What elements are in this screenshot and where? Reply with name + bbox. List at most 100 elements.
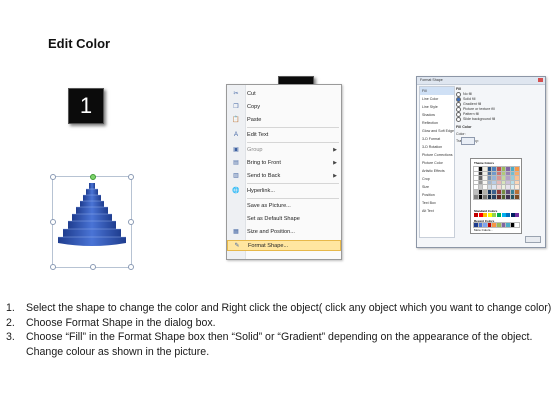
menu-item-size-and-position[interactable]: ▦ Size and Position... xyxy=(227,226,341,237)
color-swatch[interactable] xyxy=(483,213,488,217)
color-swatch[interactable] xyxy=(506,213,511,217)
color-swatch[interactable] xyxy=(514,193,521,200)
color-swatch[interactable] xyxy=(473,193,479,200)
color-swatch[interactable] xyxy=(505,166,512,172)
category-line-color[interactable]: Line Color xyxy=(420,95,454,103)
category-position[interactable]: Position xyxy=(420,191,454,199)
color-swatch[interactable] xyxy=(495,166,502,172)
more-colors-link[interactable]: More Colors... xyxy=(474,228,493,232)
color-swatch[interactable] xyxy=(491,222,498,228)
color-swatch[interactable] xyxy=(486,179,493,186)
color-swatch[interactable] xyxy=(501,213,506,217)
color-swatch[interactable] xyxy=(500,222,507,228)
standard-color-row[interactable] xyxy=(474,213,520,217)
category-fill[interactable]: Fill xyxy=(420,87,454,95)
color-swatch[interactable] xyxy=(486,170,493,177)
color-swatch[interactable] xyxy=(482,170,489,177)
color-swatch[interactable] xyxy=(473,175,479,182)
color-swatch[interactable] xyxy=(514,222,521,228)
color-swatch[interactable] xyxy=(473,184,479,191)
color-swatch[interactable] xyxy=(509,193,516,200)
color-swatch[interactable] xyxy=(486,184,493,191)
category-glow[interactable]: Glow and Soft Edges xyxy=(420,127,454,135)
color-swatch[interactable] xyxy=(486,166,493,172)
color-swatch[interactable] xyxy=(473,179,479,186)
color-swatch[interactable] xyxy=(505,175,512,182)
category-text-box[interactable]: Text Box xyxy=(420,199,454,207)
color-swatch[interactable] xyxy=(500,175,507,182)
resize-handle-ne[interactable] xyxy=(128,174,134,180)
menu-item-save-as-picture[interactable]: Save as Picture... xyxy=(227,200,341,211)
color-swatch[interactable] xyxy=(482,193,489,200)
category-reflection[interactable]: Reflection xyxy=(420,119,454,127)
resize-handle-nw[interactable] xyxy=(50,174,56,180)
color-swatch[interactable] xyxy=(474,213,478,217)
color-swatch[interactable] xyxy=(509,184,516,191)
menu-item-paste[interactable]: 📋 Paste xyxy=(227,114,341,125)
color-swatch[interactable] xyxy=(482,184,489,191)
color-swatch[interactable] xyxy=(482,188,489,195)
resize-handle-e[interactable] xyxy=(128,219,134,225)
color-swatch[interactable] xyxy=(491,175,498,182)
color-swatch[interactable] xyxy=(486,222,493,228)
category-3d-format[interactable]: 3-D Format xyxy=(420,135,454,143)
resize-handle-w[interactable] xyxy=(50,219,56,225)
theme-color-grid[interactable] xyxy=(473,166,521,200)
color-swatch[interactable] xyxy=(496,213,501,217)
color-swatch[interactable] xyxy=(500,166,507,172)
color-swatch[interactable] xyxy=(482,166,489,172)
resize-handle-sw[interactable] xyxy=(50,264,56,270)
color-swatch[interactable] xyxy=(473,166,479,172)
color-swatch[interactable] xyxy=(486,188,493,195)
color-swatch[interactable] xyxy=(473,222,479,228)
recent-color-row[interactable] xyxy=(473,222,521,228)
color-swatch[interactable] xyxy=(509,170,516,177)
color-swatch[interactable] xyxy=(495,222,502,228)
color-swatch[interactable] xyxy=(477,166,484,172)
menu-item-group[interactable]: ▣ Group ▶ xyxy=(227,144,341,155)
close-button[interactable] xyxy=(525,236,541,243)
color-swatch[interactable] xyxy=(500,184,507,191)
menu-item-hyperlink[interactable]: 🌐 Hyperlink... xyxy=(227,185,341,196)
color-swatch[interactable] xyxy=(500,193,507,200)
close-icon[interactable] xyxy=(538,78,543,82)
color-swatch[interactable] xyxy=(505,179,512,186)
color-swatch[interactable] xyxy=(514,179,521,186)
color-swatch[interactable] xyxy=(509,222,516,228)
color-swatch[interactable] xyxy=(491,170,498,177)
color-swatch[interactable] xyxy=(514,184,521,191)
menu-item-set-default-shape[interactable]: Set as Default Shape xyxy=(227,213,341,224)
color-swatch[interactable] xyxy=(495,175,502,182)
color-swatch[interactable] xyxy=(482,179,489,186)
color-swatch[interactable] xyxy=(491,193,498,200)
color-swatch[interactable] xyxy=(473,188,479,195)
color-swatch[interactable] xyxy=(495,188,502,195)
resize-handle-se[interactable] xyxy=(128,264,134,270)
color-swatch[interactable] xyxy=(487,213,492,217)
resize-handle-s[interactable] xyxy=(90,264,96,270)
color-swatch[interactable] xyxy=(491,184,498,191)
category-crop[interactable]: Crop xyxy=(420,175,454,183)
category-picture-color[interactable]: Picture Color xyxy=(420,159,454,167)
color-swatch[interactable] xyxy=(477,179,484,186)
category-shadow[interactable]: Shadow xyxy=(420,111,454,119)
color-swatch[interactable] xyxy=(495,179,502,186)
color-swatch[interactable] xyxy=(505,193,512,200)
color-dropdown[interactable] xyxy=(461,137,475,145)
color-swatch[interactable] xyxy=(478,213,483,217)
color-swatch[interactable] xyxy=(473,170,479,177)
color-swatch[interactable] xyxy=(491,179,498,186)
category-3d-rotation[interactable]: 3-D Rotation xyxy=(420,143,454,151)
menu-item-edit-text[interactable]: A Edit Text xyxy=(227,129,341,140)
color-swatch[interactable] xyxy=(491,188,498,195)
rotation-handle[interactable] xyxy=(90,174,96,180)
color-swatch[interactable] xyxy=(514,170,521,177)
menu-item-cut[interactable]: ✂ Cut xyxy=(227,88,341,99)
color-swatch[interactable] xyxy=(500,179,507,186)
color-swatch[interactable] xyxy=(495,184,502,191)
color-swatch[interactable] xyxy=(510,213,515,217)
color-swatch[interactable] xyxy=(514,166,521,172)
color-swatch[interactable] xyxy=(486,193,493,200)
color-swatch[interactable] xyxy=(500,188,507,195)
color-swatch[interactable] xyxy=(509,175,516,182)
